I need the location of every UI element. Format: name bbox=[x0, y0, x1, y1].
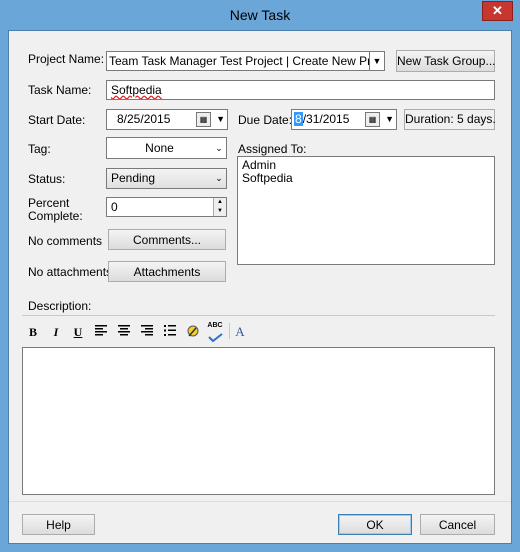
align-right-icon[interactable] bbox=[139, 324, 155, 340]
comments-button[interactable]: Comments... bbox=[108, 229, 226, 250]
toolbar-separator bbox=[229, 323, 230, 339]
font-icon[interactable]: A bbox=[232, 324, 248, 340]
start-date-value: 8/25/2015 bbox=[117, 112, 171, 126]
spellcheck-label: ABC bbox=[207, 322, 223, 329]
project-name-value: Team Task Manager Test Project | Create … bbox=[109, 54, 385, 68]
close-icon: ✕ bbox=[492, 3, 503, 18]
chevron-down-icon[interactable]: ▼ bbox=[369, 52, 384, 70]
tag-label: Tag: bbox=[28, 142, 51, 156]
help-button[interactable]: Help bbox=[22, 514, 95, 535]
align-center-icon[interactable] bbox=[116, 324, 132, 340]
description-label: Description: bbox=[28, 299, 92, 313]
list-item[interactable]: Softpedia bbox=[242, 172, 490, 185]
percent-value: 0 bbox=[111, 200, 118, 214]
assigned-to-label: Assigned To: bbox=[238, 142, 307, 156]
new-task-group-button[interactable]: New Task Group... bbox=[396, 50, 495, 72]
attachments-status: No attachments bbox=[28, 265, 113, 279]
underline-icon[interactable]: U bbox=[70, 324, 86, 340]
description-divider bbox=[22, 315, 495, 316]
percent-complete-spinner[interactable]: 0 ▲ ▼ bbox=[106, 197, 227, 217]
project-name-label: Project Name: bbox=[28, 52, 105, 66]
due-date-picker[interactable]: 8/31/2015 ▦ ▼ bbox=[291, 109, 397, 130]
tag-select[interactable]: None ⌄ bbox=[106, 137, 227, 159]
close-button[interactable]: ✕ bbox=[482, 1, 513, 21]
italic-icon[interactable]: I bbox=[48, 324, 64, 340]
spinner-up-icon[interactable]: ▲ bbox=[213, 198, 226, 207]
project-name-combo[interactable]: Team Task Manager Test Project | Create … bbox=[106, 51, 385, 71]
chevron-down-icon[interactable]: ▼ bbox=[385, 110, 394, 129]
new-task-window: New Task ✕ Project Name: Team Task Manag… bbox=[0, 0, 520, 552]
start-date-label: Start Date: bbox=[28, 113, 86, 127]
dialog-body: Project Name: Team Task Manager Test Pro… bbox=[8, 30, 512, 544]
chevron-down-icon[interactable]: ⌄ bbox=[212, 138, 226, 158]
assigned-to-list[interactable]: Admin Softpedia bbox=[237, 156, 495, 265]
calendar-icon[interactable]: ▦ bbox=[365, 112, 380, 127]
tag-value: None bbox=[145, 141, 174, 155]
title-bar[interactable]: New Task ✕ bbox=[0, 0, 520, 30]
attachments-button[interactable]: Attachments bbox=[108, 261, 226, 282]
spellcheck-icon[interactable]: ABC bbox=[206, 322, 224, 343]
task-name-input[interactable]: Softpedia bbox=[106, 80, 495, 100]
due-date-value: /31/2015 bbox=[302, 112, 350, 126]
start-date-picker[interactable]: 8/25/2015 ▦ ▼ bbox=[106, 109, 228, 130]
status-label: Status: bbox=[28, 172, 66, 186]
due-date-label: Due Date: bbox=[238, 113, 293, 127]
calendar-icon[interactable]: ▦ bbox=[196, 112, 211, 127]
align-left-icon[interactable] bbox=[93, 324, 109, 340]
chevron-down-icon[interactable]: ▼ bbox=[216, 110, 225, 129]
bullet-list-icon[interactable] bbox=[162, 324, 178, 340]
comments-status: No comments bbox=[28, 234, 103, 248]
highlight-icon[interactable] bbox=[185, 324, 201, 340]
status-value: Pending bbox=[111, 171, 156, 185]
task-name-value: Softpedia bbox=[111, 83, 162, 97]
description-editor[interactable] bbox=[22, 347, 495, 495]
due-date-highlight: 8 bbox=[294, 112, 303, 126]
duration-display: Duration: 5 days. bbox=[404, 109, 496, 130]
window-title: New Task bbox=[229, 7, 291, 23]
percent-complete-label: Percent Complete: bbox=[28, 197, 83, 223]
spinner-down-icon[interactable]: ▼ bbox=[213, 207, 226, 216]
task-name-label: Task Name: bbox=[28, 83, 92, 97]
percent-label-line2: Complete: bbox=[28, 209, 83, 223]
status-select[interactable]: Pending ⌄ bbox=[106, 168, 227, 189]
ok-button[interactable]: OK bbox=[338, 514, 412, 535]
chevron-down-icon[interactable]: ⌄ bbox=[212, 169, 226, 188]
bold-icon[interactable]: B bbox=[25, 324, 41, 340]
cancel-button[interactable]: Cancel bbox=[420, 514, 495, 535]
footer-divider bbox=[9, 501, 511, 502]
